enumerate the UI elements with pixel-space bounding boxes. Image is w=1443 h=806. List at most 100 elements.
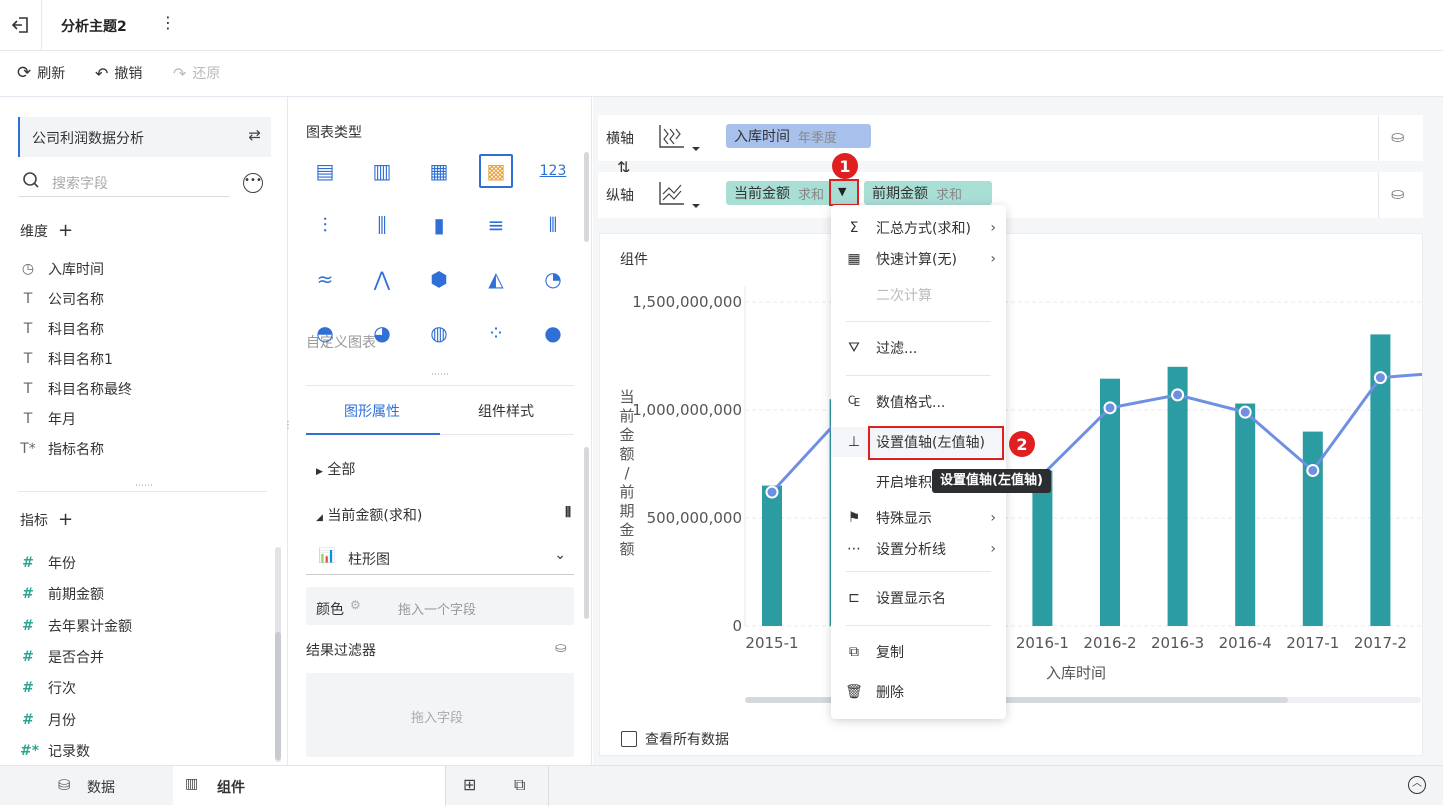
- y-axis-settings-icon[interactable]: ⛀: [1391, 184, 1404, 203]
- exit-icon[interactable]: [10, 14, 32, 36]
- bubble-icon[interactable]: ●: [536, 316, 570, 350]
- y-axis-type-icon[interactable]: [658, 178, 704, 216]
- column-icon[interactable]: ▮: [422, 208, 456, 242]
- field-dropdown-button[interactable]: ▼: [829, 179, 859, 206]
- custom-chart-icon[interactable]: ▩: [479, 154, 513, 188]
- menu-item[interactable]: ⊏ 设置显示名: [831, 583, 1006, 613]
- line-point[interactable]: [1238, 405, 1252, 419]
- tab-data[interactable]: ⛁ 数据: [0, 766, 173, 806]
- line-icon[interactable]: ≈: [308, 262, 342, 296]
- text-icon: T: [23, 381, 33, 397]
- detail-table-icon[interactable]: ▦: [422, 154, 456, 188]
- number-card-icon[interactable]: 123: [536, 154, 570, 188]
- line-point[interactable]: [1103, 401, 1117, 415]
- menu-item[interactable]: ⚑ 特殊显示 ›: [831, 503, 1006, 533]
- more-icon[interactable]: ⋮: [160, 13, 176, 32]
- chart-scrollbar-thumb[interactable]: [745, 697, 1288, 703]
- cross-table-icon[interactable]: ▥: [365, 154, 399, 188]
- area-icon[interactable]: ◭: [479, 262, 513, 296]
- measure-item[interactable]: #* 记录数: [20, 741, 90, 761]
- table-icon[interactable]: ▤: [308, 154, 342, 188]
- show-all-data-checkbox[interactable]: 查看所有数据: [621, 729, 729, 749]
- dimension-item[interactable]: T 年月: [20, 409, 76, 429]
- bar[interactable]: [1167, 366, 1188, 626]
- measure-label: 是否合并: [48, 649, 104, 666]
- collapse-icon[interactable]: ︿: [1408, 776, 1426, 794]
- resize-handle[interactable]: ⋯⋯: [135, 481, 153, 491]
- measure-item[interactable]: # 前期金额: [20, 584, 104, 604]
- dataset-selector[interactable]: 公司利润数据分析 ⇄: [18, 117, 271, 157]
- line-point[interactable]: [1171, 388, 1185, 402]
- add-dashboard-icon[interactable]: ⧉: [514, 775, 525, 795]
- menu-item[interactable]: ▦ 快速计算(无) ›: [831, 244, 1006, 274]
- add-dimension-icon[interactable]: +: [58, 220, 73, 241]
- dimension-item[interactable]: T 科目名称: [20, 319, 104, 339]
- radar-icon[interactable]: ⬢: [422, 262, 456, 296]
- bar-line-chart[interactable]: 0 500,000,000 1,000,000,000 1,500,000,000 当前…: [600, 274, 1422, 744]
- all-section[interactable]: ▶ 全部: [316, 459, 355, 479]
- dimension-item[interactable]: T 公司名称: [20, 289, 104, 309]
- menu-item[interactable]: Σ 汇总方式(求和) ›: [831, 213, 1006, 243]
- undo-button[interactable]: ↶ 撤销: [95, 63, 142, 83]
- add-component-icon[interactable]: ⊞: [463, 775, 476, 794]
- measure-item[interactable]: # 是否合并: [20, 647, 104, 667]
- measure-item[interactable]: # 年份: [20, 553, 76, 573]
- gear-icon[interactable]: ⚙: [350, 598, 361, 612]
- gauge-icon[interactable]: ◔: [536, 262, 570, 296]
- chart-kind-select[interactable]: 📊 柱形图 ⌄: [306, 541, 574, 575]
- horizontal-bar-icon[interactable]: ≡: [479, 208, 513, 242]
- multi-pie-icon[interactable]: ◍: [422, 316, 456, 350]
- scrollbar[interactable]: [275, 547, 281, 762]
- line-point[interactable]: [1306, 463, 1320, 477]
- refresh-button[interactable]: ⟳ 刷新: [17, 63, 65, 83]
- more-options-icon[interactable]: •••: [243, 173, 263, 193]
- dimension-item[interactable]: ◷ 入库时间: [20, 259, 104, 279]
- rose-icon[interactable]: ◕: [365, 316, 399, 350]
- tab-component[interactable]: ▥ 组件: [173, 766, 445, 806]
- menu-item[interactable]: ₠ 数值格式...: [831, 387, 1006, 417]
- dimension-item[interactable]: T* 指标名称: [20, 439, 104, 459]
- menu-item[interactable]: ⛛ 过滤...: [831, 333, 1006, 363]
- grouped-bar-icon[interactable]: ⫶: [308, 208, 342, 242]
- measure-item[interactable]: # 去年累计金额: [20, 616, 132, 636]
- tab-graph-properties[interactable]: 图形属性: [306, 387, 440, 435]
- resize-handle[interactable]: ⋯⋯: [431, 370, 449, 380]
- result-filter-dropzone[interactable]: 拖入字段: [306, 673, 574, 757]
- dimension-header-label: 维度: [20, 223, 48, 240]
- pie-icon[interactable]: ◓: [308, 316, 342, 350]
- tab-component-style[interactable]: 组件样式: [440, 387, 574, 435]
- stacked-bar-icon[interactable]: ⫼: [365, 208, 399, 242]
- measure-item[interactable]: # 行次: [20, 678, 76, 698]
- x-field-pill[interactable]: 入库时间 年季度: [726, 124, 871, 148]
- scrollbar[interactable]: [584, 152, 589, 242]
- scrollbar[interactable]: [584, 447, 589, 619]
- bar[interactable]: [1235, 403, 1256, 626]
- filter-settings-icon[interactable]: ⛀: [555, 640, 567, 656]
- x-axis-settings-icon[interactable]: ⛀: [1391, 127, 1404, 146]
- menu-item[interactable]: 🗑 删除: [831, 677, 1006, 707]
- dimension-item[interactable]: T 科目名称1: [20, 349, 113, 369]
- x-axis-type-icon[interactable]: [658, 121, 704, 159]
- redo-button[interactable]: ↷ 还原: [173, 63, 220, 83]
- number-card-icon-glyph: 123: [539, 163, 567, 179]
- scatter-icon[interactable]: ⁘: [479, 316, 513, 350]
- menu-item[interactable]: ⋯ 设置分析线 ›: [831, 534, 1006, 564]
- measure-item[interactable]: # 月份: [20, 710, 76, 730]
- bar[interactable]: [1032, 470, 1053, 626]
- y-field2-pill[interactable]: 前期金额 求和: [864, 181, 992, 205]
- menu-item[interactable]: ⧉ 复制: [831, 637, 1006, 667]
- add-measure-icon[interactable]: +: [58, 509, 73, 530]
- chart-type-title: 图表类型: [306, 125, 362, 141]
- dimension-item[interactable]: T 科目名称最终: [20, 379, 132, 399]
- series-section[interactable]: ◢ 当前金额(求和) ⫴: [316, 505, 571, 525]
- search-field[interactable]: 搜索字段: [18, 169, 230, 197]
- line-point[interactable]: [1373, 371, 1387, 385]
- color-drop-hint[interactable]: 拖入一个字段: [398, 599, 476, 618]
- chart-component: 组件 0 500,000,000 1,000,000,000 1,500,000,00…: [599, 233, 1423, 756]
- bottom-bar: ⛁ 数据 ▥ 组件 ⊞ ⧉ ︿: [0, 765, 1443, 806]
- bar[interactable]: [762, 485, 782, 626]
- radar-line-icon[interactable]: ⋀: [365, 262, 399, 296]
- waterfall-icon[interactable]: ⫴: [536, 208, 570, 242]
- line-point[interactable]: [765, 485, 779, 499]
- switch-dataset-icon[interactable]: ⇄: [248, 126, 261, 144]
